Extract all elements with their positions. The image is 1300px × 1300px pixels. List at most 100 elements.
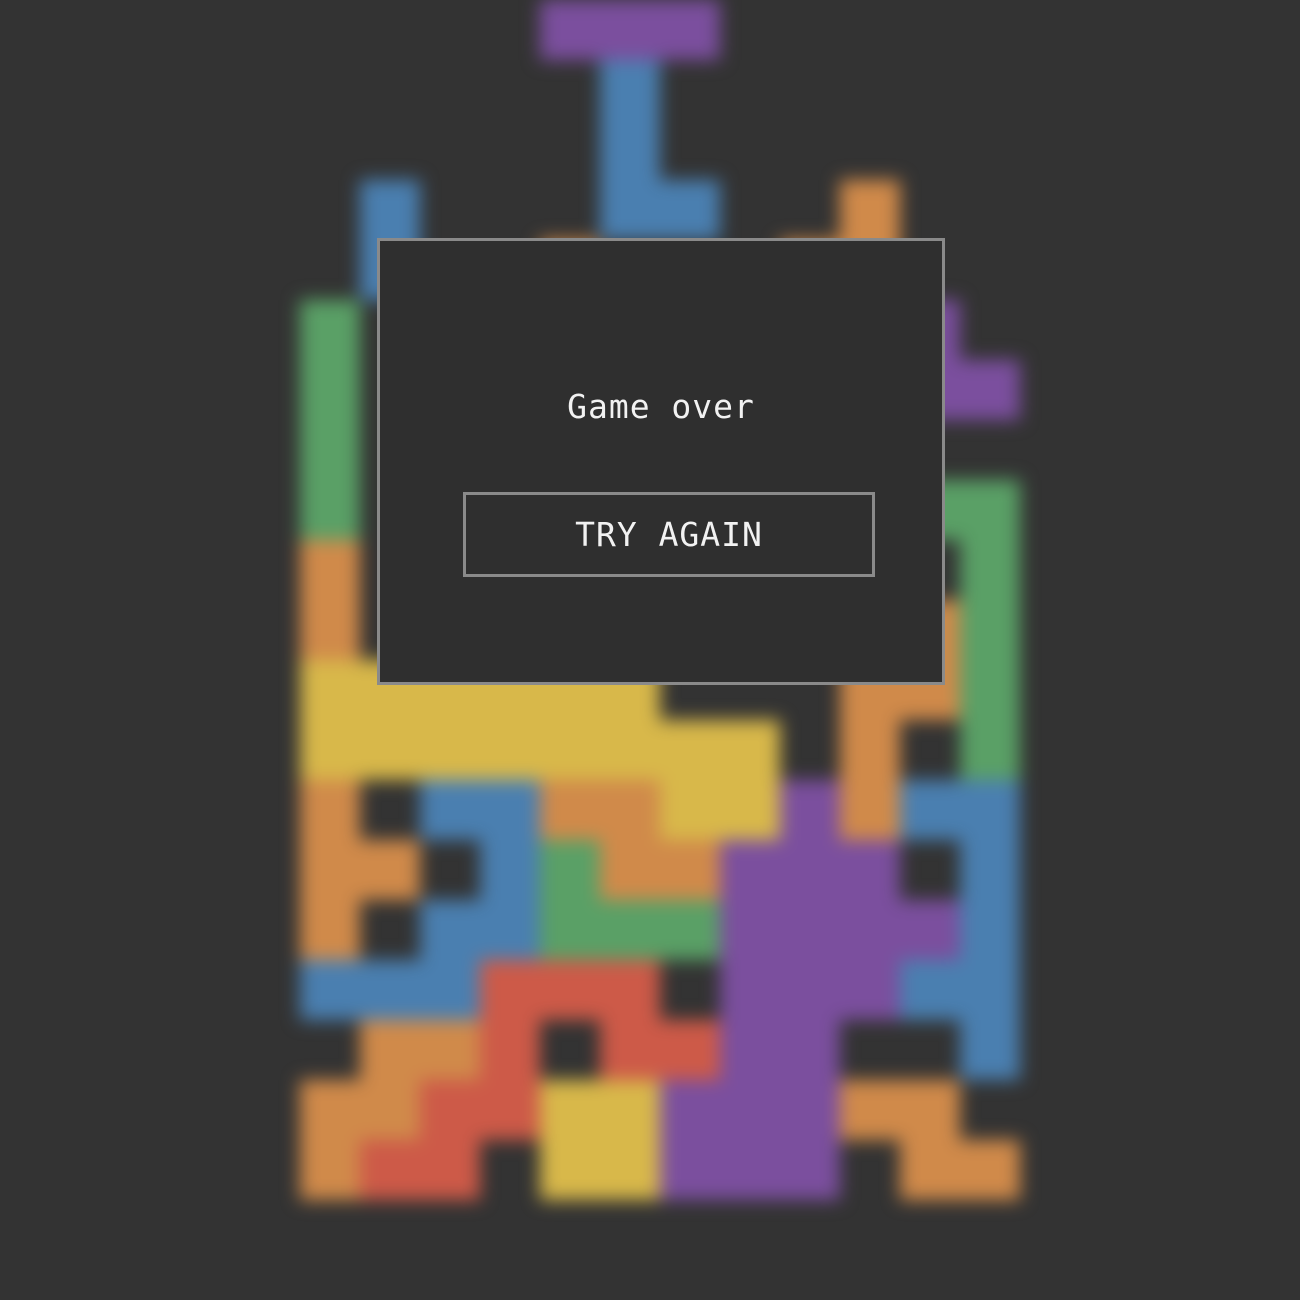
board-block [960, 1020, 1020, 1080]
board-block [720, 780, 780, 840]
board-block [960, 360, 1020, 420]
board-block [780, 1140, 840, 1200]
board-block [300, 300, 360, 360]
board-block [600, 1140, 660, 1200]
board-block [540, 900, 600, 960]
board-block [480, 960, 540, 1020]
board-block [960, 600, 1020, 660]
board-block [480, 900, 540, 960]
board-block [300, 840, 360, 900]
try-again-button[interactable]: TRY AGAIN [463, 492, 875, 577]
board-block [600, 1020, 660, 1080]
board-block [660, 180, 720, 240]
board-block [600, 60, 660, 120]
board-block [960, 540, 1020, 600]
board-block [600, 120, 660, 180]
board-block [840, 720, 900, 780]
board-block [600, 960, 660, 1020]
board-block [840, 960, 900, 1020]
board-block [540, 960, 600, 1020]
board-block [780, 840, 840, 900]
board-block [360, 1140, 420, 1200]
board-block [840, 840, 900, 900]
board-block [540, 0, 600, 60]
board-block [780, 780, 840, 840]
board-block [360, 840, 420, 900]
board-block [360, 180, 420, 240]
board-block [720, 1020, 780, 1080]
board-block [720, 720, 780, 780]
board-block [780, 1020, 840, 1080]
board-block [600, 0, 660, 60]
board-block [600, 720, 660, 780]
board-block [600, 180, 660, 240]
board-block [300, 1140, 360, 1200]
board-block [360, 960, 420, 1020]
board-block [300, 360, 360, 420]
board-block [420, 1020, 480, 1080]
board-block [960, 960, 1020, 1020]
board-block [780, 960, 840, 1020]
board-block [300, 600, 360, 660]
board-block [840, 900, 900, 960]
board-block [300, 480, 360, 540]
board-block [840, 1080, 900, 1140]
board-block [300, 960, 360, 1020]
board-block [900, 900, 960, 960]
game-screen: Game over TRY AGAIN [0, 0, 1300, 1300]
board-block [660, 900, 720, 960]
board-block [540, 1080, 600, 1140]
board-block [540, 840, 600, 900]
board-block [300, 420, 360, 480]
board-block [960, 900, 1020, 960]
board-block [780, 1080, 840, 1140]
board-block [660, 720, 720, 780]
board-block [360, 1080, 420, 1140]
board-block [300, 780, 360, 840]
board-block [960, 720, 1020, 780]
board-block [600, 1080, 660, 1140]
board-block [720, 960, 780, 1020]
board-block [900, 780, 960, 840]
board-block [420, 960, 480, 1020]
board-block [540, 720, 600, 780]
board-block [660, 780, 720, 840]
board-block [900, 1080, 960, 1140]
board-block [960, 780, 1020, 840]
board-block [600, 840, 660, 900]
game-over-dialog: Game over TRY AGAIN [377, 238, 945, 685]
board-block [300, 900, 360, 960]
board-block [480, 780, 540, 840]
board-block [780, 900, 840, 960]
board-block [480, 720, 540, 780]
board-block [420, 900, 480, 960]
board-block [300, 1080, 360, 1140]
board-block [840, 180, 900, 240]
board-block [660, 1080, 720, 1140]
game-over-title: Game over [567, 387, 755, 426]
board-block [900, 1140, 960, 1200]
board-block [300, 660, 360, 720]
board-block [540, 1140, 600, 1200]
board-block [420, 780, 480, 840]
board-block [480, 1080, 540, 1140]
board-block [360, 720, 420, 780]
board-block [720, 1080, 780, 1140]
board-block [900, 960, 960, 1020]
board-block [960, 1140, 1020, 1200]
board-block [720, 1140, 780, 1200]
board-block [660, 840, 720, 900]
board-block [720, 900, 780, 960]
board-block [480, 1020, 540, 1080]
board-block [420, 720, 480, 780]
board-block [600, 900, 660, 960]
board-block [840, 780, 900, 840]
board-block [960, 840, 1020, 900]
board-block [300, 540, 360, 600]
board-block [420, 1080, 480, 1140]
board-block [600, 780, 660, 840]
board-block [360, 1020, 420, 1080]
board-block [660, 0, 720, 60]
board-block [960, 480, 1020, 540]
board-block [660, 1020, 720, 1080]
